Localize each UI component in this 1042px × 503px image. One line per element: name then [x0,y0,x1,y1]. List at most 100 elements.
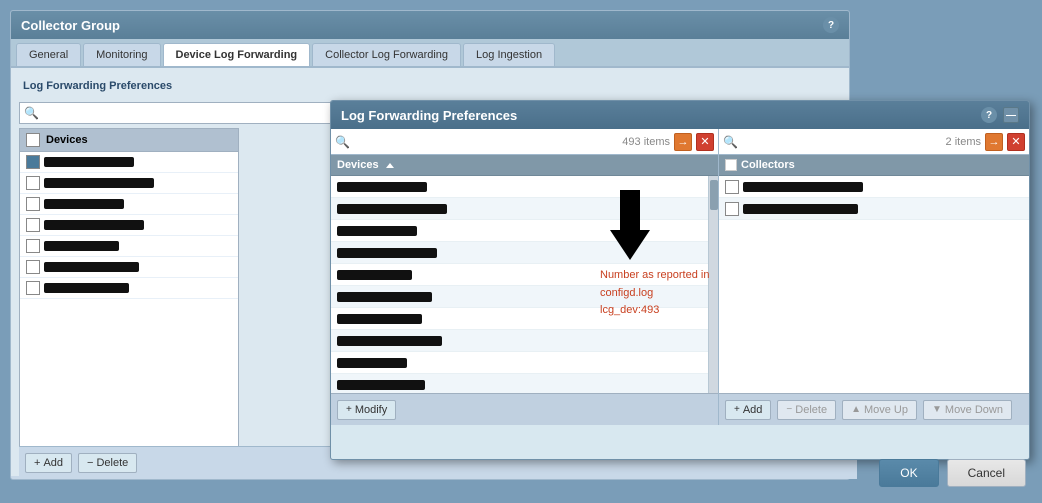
arrow-up-icon: ▲ [851,404,861,415]
bg-devices-header: Devices [46,134,88,146]
left-search-bar: 🔍 493 items → ✕ [331,129,718,155]
list-item[interactable] [719,176,1029,198]
bg-section-title: Log Forwarding Preferences [19,76,841,96]
bg-table-header: Devices [20,129,238,152]
redacted-device [337,248,437,258]
right-clear-button[interactable]: ✕ [1007,133,1025,151]
bg-search-icon: 🔍 [24,106,39,120]
list-item[interactable] [719,198,1029,220]
tab-collector-log-forwarding[interactable]: Collector Log Forwarding [312,43,461,66]
list-item[interactable] [331,330,718,352]
row-checkbox[interactable] [26,176,40,190]
plus-icon: + [346,404,352,415]
cancel-button[interactable]: Cancel [947,459,1026,487]
right-panel-header-text: Collectors [741,159,795,171]
right-bottom-toolbar: + Add − Delete ▲ Move Up ▼ Move Down [719,393,1029,425]
row-checkbox[interactable] [26,260,40,274]
right-search-input[interactable] [742,136,942,148]
redacted-device [337,226,417,236]
bg-table-row[interactable] [20,278,238,299]
tab-device-log-forwarding[interactable]: Device Log Forwarding [163,43,311,66]
row-checkbox[interactable] [26,281,40,295]
bg-table-row[interactable] [20,257,238,278]
bg-tab-bar: General Monitoring Device Log Forwarding… [11,39,849,68]
right-items-count: 2 items [946,136,981,148]
right-panel-list[interactable] [719,176,1029,393]
modal-title: Log Forwarding Preferences [341,108,517,123]
redacted-device [44,199,124,209]
left-bottom-toolbar: + Modify [331,393,718,425]
left-items-count: 493 items [622,136,670,148]
bg-table-row[interactable] [20,173,238,194]
bg-panel-title: Collector Group ? [11,11,849,39]
right-nav-prev-button[interactable]: → [985,133,1003,151]
modal-title-bar: Log Forwarding Preferences ? — [331,101,1029,129]
tab-monitoring[interactable]: Monitoring [83,43,160,66]
redacted-device [337,204,447,214]
bg-help-icon[interactable]: ? [823,17,839,33]
row-checkbox[interactable] [26,197,40,211]
list-item[interactable] [331,352,718,374]
modal-right-panel: 🔍 2 items → ✕ Collectors [719,129,1029,425]
row-checkbox[interactable] [26,218,40,232]
row-checkbox[interactable] [725,180,739,194]
bg-add-button[interactable]: + Add [25,453,72,473]
plus-icon: + [734,404,740,415]
modify-button[interactable]: + Modify [337,400,396,420]
left-nav-prev-button[interactable]: → [674,133,692,151]
bg-table-row[interactable] [20,152,238,173]
dialog-buttons: OK Cancel [879,459,1026,487]
bg-table-row[interactable] [20,194,238,215]
annotation-container: Number as reported in configd.log lcg_de… [600,190,709,320]
modal-minimize-button[interactable]: — [1003,107,1019,123]
arrow-down-icon: ▼ [932,404,942,415]
scroll-thumb[interactable] [710,180,718,210]
left-search-input[interactable] [354,136,618,148]
redacted-device [337,336,442,346]
bg-table-row[interactable] [20,236,238,257]
bg-table-row[interactable] [20,215,238,236]
redacted-device [44,262,139,272]
plus-icon: + [34,457,40,469]
scroll-track[interactable] [708,176,718,393]
row-checkbox[interactable] [725,202,739,216]
row-checkbox[interactable] [26,239,40,253]
tab-general[interactable]: General [16,43,81,66]
move-up-button[interactable]: ▲ Move Up [842,400,917,420]
left-clear-button[interactable]: ✕ [696,133,714,151]
left-search-icon: 🔍 [335,135,350,149]
left-panel-header-text: Devices [337,159,379,171]
redacted-device [337,380,425,390]
annotation-text: Number as reported in configd.log lcg_de… [600,267,709,320]
redacted-collector [743,204,858,214]
right-header-checkbox[interactable] [725,159,737,171]
redacted-device [337,270,412,280]
modal-title-icons: ? — [981,107,1019,123]
minus-icon: − [87,457,93,469]
right-delete-button[interactable]: − Delete [777,400,836,420]
bg-devices-table: Devices [19,128,239,448]
modal-help-icon[interactable]: ? [981,107,997,123]
move-down-button[interactable]: ▼ Move Down [923,400,1012,420]
list-item[interactable] [331,374,718,393]
right-panel-header: Collectors [719,155,1029,176]
ok-button[interactable]: OK [879,459,938,487]
redacted-device [337,314,422,324]
redacted-device [44,178,154,188]
redacted-device [44,157,134,167]
right-search-bar: 🔍 2 items → ✕ [719,129,1029,155]
bg-delete-button[interactable]: − Delete [78,453,137,473]
right-add-button[interactable]: + Add [725,400,771,420]
annotation-arrow [600,190,660,260]
bg-panel-title-text: Collector Group [21,18,120,33]
minus-icon: − [786,404,792,415]
right-search-icon: 🔍 [723,135,738,149]
left-panel-header: Devices [331,155,718,176]
redacted-collector [743,182,863,192]
redacted-device [337,292,432,302]
bg-header-checkbox[interactable] [26,133,40,147]
row-checkbox[interactable] [26,155,40,169]
redacted-device [44,220,144,230]
redacted-device [337,182,427,192]
tab-log-ingestion[interactable]: Log Ingestion [463,43,555,66]
